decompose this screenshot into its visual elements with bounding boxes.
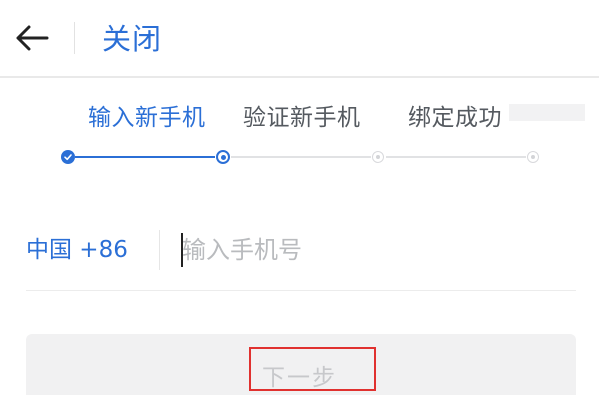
phone-row-underline [26,290,576,291]
progress-line-pending [231,156,371,158]
change-phone-page: 关闭 输入新手机 验证新手机 绑定成功 中国 +86 下一步 [0,0,599,395]
phone-number-input[interactable] [180,229,572,271]
step-dot-pending [372,151,384,163]
faded-overflow [509,104,585,121]
phone-row-divider [159,230,160,270]
step-label-bind-success: 绑定成功 [408,105,502,131]
back-button[interactable] [12,18,52,58]
next-step-label: 下一步 [262,365,337,391]
header-divider [74,22,75,54]
text-caret [181,233,183,267]
step-label-enter-new-phone: 输入新手机 [88,105,206,131]
progress-line-pending [386,156,526,158]
country-code-selector[interactable]: 中国 +86 [26,232,128,268]
arrow-left-icon [16,25,49,51]
close-button[interactable]: 关闭 [102,20,162,58]
step-label-verify-new-phone: 验证新手机 [243,105,361,131]
top-bar: 关闭 [0,0,599,78]
check-icon [64,154,72,161]
step-dot-current [216,150,230,164]
progress-line-completed [75,156,215,158]
step-dot-done [61,150,75,164]
step-dot-pending [527,151,539,163]
